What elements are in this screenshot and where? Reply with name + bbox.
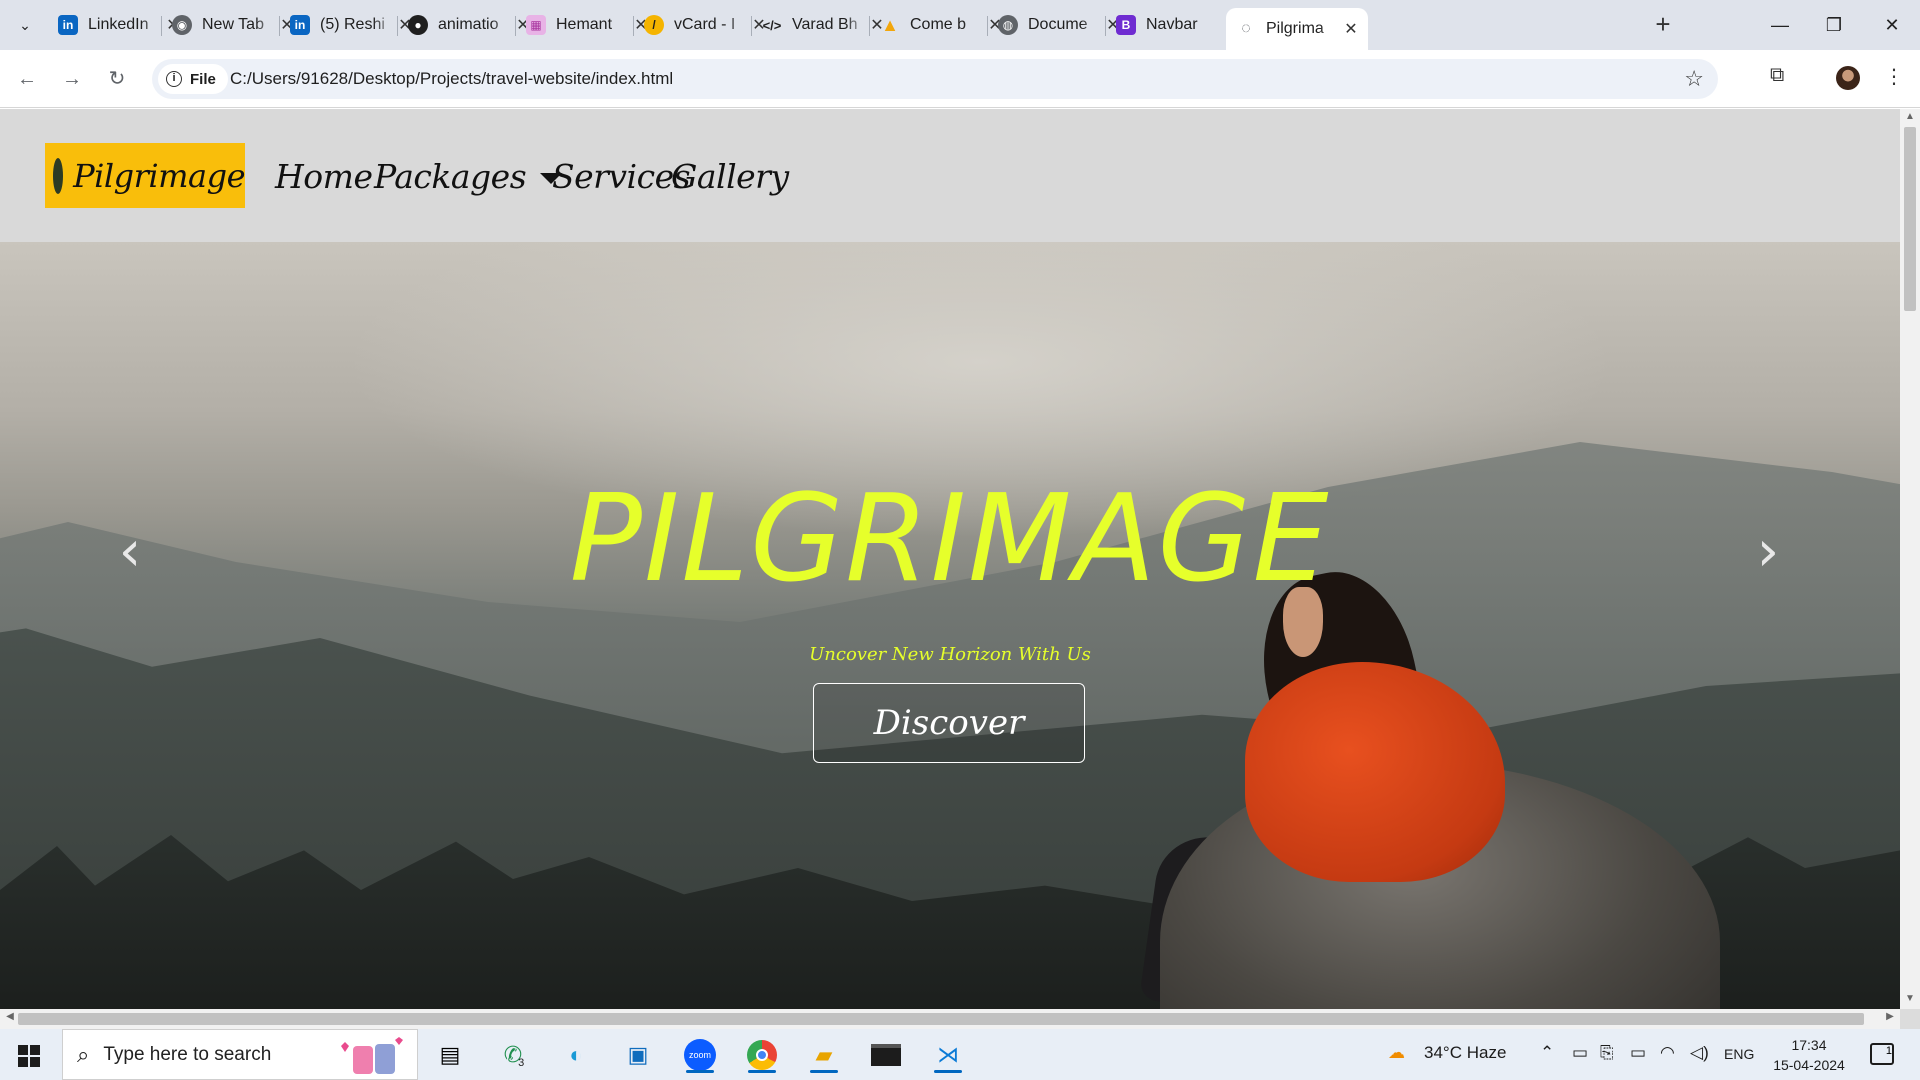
tab-title: (5) Reshi — [320, 16, 385, 33]
browser-tab-strip: ⌄ in LinkedIn ✕ ◉ New Tab ✕ in (5) Reshi… — [0, 0, 1920, 50]
carousel-next-icon[interactable]: › — [1748, 522, 1788, 582]
hero-subtitle: Uncover New Horizon With Us — [809, 644, 1091, 665]
battery-icon[interactable]: ▭ — [1630, 1043, 1646, 1063]
terminal-icon[interactable] — [866, 1037, 906, 1073]
language-indicator[interactable]: ENG — [1724, 1046, 1754, 1062]
tab-title: Pilgrima — [1266, 20, 1324, 37]
site-info-chip[interactable]: i File — [158, 64, 228, 94]
search-placeholder: Type here to search — [103, 1043, 272, 1065]
tab-title: Come b — [910, 16, 967, 33]
scrollbar-thumb[interactable] — [1904, 127, 1916, 311]
close-icon[interactable]: ✕ — [1342, 19, 1360, 39]
tab-title: vCard - I — [674, 16, 736, 33]
wifi-icon[interactable]: ◠ — [1660, 1043, 1675, 1063]
clock-time: 17:34 — [1791, 1037, 1827, 1053]
carousel-prev-icon[interactable]: ‹ — [110, 522, 150, 582]
info-icon: i — [166, 71, 182, 87]
weather-icon[interactable]: ☁ — [1388, 1043, 1405, 1063]
tab-title: LinkedIn — [88, 16, 149, 33]
chip-label: File — [190, 70, 216, 88]
bookmark-star-icon[interactable]: ☆ — [1684, 66, 1704, 92]
forward-icon[interactable]: → — [57, 64, 87, 94]
vcard-icon: / — [644, 15, 664, 35]
whatsapp-icon[interactable]: ✆ 3 — [494, 1037, 534, 1073]
tab-title: Hemant — [556, 16, 613, 33]
brand-logo[interactable]: Pilgrimage — [45, 143, 245, 208]
scrollbar-thumb[interactable] — [18, 1013, 1864, 1025]
profile-avatar[interactable] — [1836, 66, 1860, 90]
edge-icon[interactable]: ◐ — [556, 1037, 596, 1073]
scroll-left-icon[interactable]: ◀ — [2, 1011, 18, 1022]
nav-home[interactable]: Home — [275, 157, 373, 196]
nav-services[interactable]: Services — [552, 157, 691, 196]
url-text[interactable]: C:/Users/91628/Desktop/Projects/travel-w… — [230, 69, 673, 89]
browser-toolbar: ← → ↻ i File C:/Users/91628/Desktop/Proj… — [0, 50, 1920, 108]
volume-icon[interactable]: ◁) — [1690, 1043, 1709, 1063]
canva-icon: ▦ — [526, 15, 546, 35]
github-icon: ● — [408, 15, 428, 35]
luggage-icon — [341, 1037, 403, 1074]
chrome-icon[interactable] — [742, 1037, 782, 1073]
close-window-button[interactable]: ✕ — [1864, 0, 1920, 50]
search-icon: ⌕ — [77, 1041, 90, 1067]
discover-button[interactable]: Discover — [813, 683, 1085, 763]
chrome-icon: ◉ — [172, 15, 192, 35]
taskbar-search[interactable]: ⌕ Type here to search — [62, 1029, 418, 1080]
tab-title: Navbar — [1146, 16, 1198, 33]
extensions-icon[interactable]: ⧉ — [1770, 64, 1784, 87]
tab-pilgrimage-active[interactable]: ◌ Pilgrima ✕ — [1226, 8, 1368, 50]
vscode-icon[interactable]: ⋊ — [928, 1037, 968, 1073]
meet-icon[interactable]: ▭ — [1572, 1043, 1588, 1063]
zoom-icon[interactable]: zoom — [680, 1037, 720, 1073]
tab-title: Docume — [1028, 16, 1088, 33]
menu-kebab-icon[interactable]: ⋮ — [1884, 64, 1904, 89]
clock-date: 15-04-2024 — [1773, 1057, 1845, 1073]
windows-start-icon[interactable] — [18, 1045, 40, 1067]
minimize-button[interactable]: — — [1752, 0, 1808, 50]
hero-title: PILGRIMAGE — [569, 470, 1331, 609]
scroll-down-icon[interactable]: ▼ — [1900, 993, 1920, 1009]
weather-text[interactable]: 34°C Haze — [1424, 1043, 1506, 1063]
scroll-up-icon[interactable]: ▲ — [1900, 111, 1920, 127]
task-view-icon[interactable]: ▤ — [430, 1037, 470, 1073]
vertical-scrollbar[interactable]: ▲ ▼ — [1900, 109, 1920, 1009]
notification-center-icon[interactable]: 1 — [1870, 1043, 1894, 1065]
reload-icon[interactable]: ↻ — [102, 64, 132, 94]
code-icon: </> — [762, 17, 782, 33]
nav-gallery[interactable]: Gallery — [671, 157, 789, 196]
site-navbar: Pilgrimage Home Packages Services Galler… — [0, 109, 1900, 242]
back-icon[interactable]: ← — [12, 64, 42, 94]
page-viewport: Pilgrimage Home Packages Services Galler… — [0, 109, 1900, 1009]
tab-search-button[interactable]: ⌄ — [10, 10, 40, 40]
globe-icon — [53, 157, 64, 194]
restore-button[interactable]: ❐ — [1806, 0, 1862, 50]
windows-taskbar: ⌕ Type here to search ▤ ✆ 3 ◐ ▣ zoom ▰ ⋊ … — [0, 1029, 1920, 1080]
network-share-icon[interactable]: ⎘ — [1600, 1043, 1614, 1063]
store-icon[interactable]: ▣ — [618, 1037, 658, 1073]
tab-title: Varad Bh — [792, 16, 858, 33]
hero-carousel: PILGRIMAGE Uncover New Horizon With Us D… — [0, 242, 1900, 1009]
linkedin-icon: in — [58, 15, 78, 35]
figma-icon: ▲ — [881, 14, 899, 35]
show-hidden-icons-chevron-icon[interactable]: ⌃ — [1540, 1043, 1554, 1063]
globe-icon: ◍ — [998, 15, 1018, 35]
taskbar-clock[interactable]: 17:34 15-04-2024 — [1764, 1035, 1854, 1075]
tab-title: New Tab — [202, 16, 264, 33]
new-tab-button[interactable]: + — [1648, 10, 1678, 40]
brand-name: Pilgrimage — [73, 156, 245, 195]
page-icon: ◌ — [1241, 20, 1251, 37]
scroll-right-icon[interactable]: ▶ — [1882, 1011, 1898, 1022]
file-explorer-icon[interactable]: ▰ — [804, 1037, 844, 1073]
linkedin-icon: in — [290, 15, 310, 35]
horizontal-scrollbar[interactable]: ◀ ▶ — [0, 1009, 1900, 1029]
bootstrap-icon: B — [1116, 15, 1136, 35]
address-bar[interactable]: i File C:/Users/91628/Desktop/Projects/t… — [152, 59, 1718, 99]
nav-packages-dropdown[interactable]: Packages — [374, 157, 563, 196]
tab-title: animatio — [438, 16, 499, 33]
